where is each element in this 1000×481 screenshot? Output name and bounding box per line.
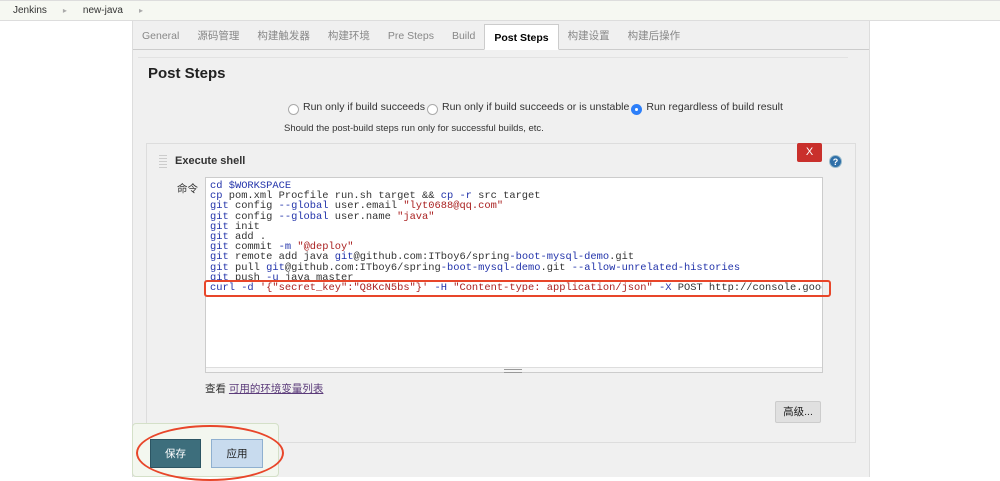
code-token: -boot-mysql-demo [440, 261, 541, 274]
breadcrumb-separator-icon: ▸ [62, 6, 67, 15]
config-tabs: General 源码管理 构建触发器 构建环境 Pre Steps Build Post S… [133, 22, 869, 50]
radio-button[interactable] [427, 103, 438, 115]
breadcrumb-separator-icon: ▸ [138, 6, 143, 15]
radio-button[interactable] [631, 103, 643, 115]
env-vars-link[interactable]: 可用的环境变量列表 [229, 383, 324, 395]
env-vars-hint: 查看 可用的环境变量列表 [205, 381, 323, 396]
radio-label[interactable]: Run only if build succeeds or is unstabl… [442, 101, 629, 113]
tab-3[interactable]: 构建环境 [319, 23, 379, 49]
radio-button[interactable] [288, 103, 299, 115]
radio-label[interactable]: Run only if build succeeds [303, 101, 425, 113]
breadcrumb-job[interactable]: new-java [83, 5, 123, 16]
tab-0[interactable]: General [133, 23, 188, 49]
code-line: git init [210, 222, 822, 232]
tab-6[interactable]: Post Steps [484, 24, 559, 50]
highlight-box [204, 280, 831, 297]
command-label: 命令 [177, 183, 198, 195]
radio-label[interactable]: Run regardless of build result [646, 101, 783, 113]
code-token: --allow-unrelated-histories [571, 261, 741, 274]
code-token: .git [540, 261, 572, 274]
section-title: Post Steps [148, 65, 226, 82]
advanced-button[interactable]: 高级... [775, 401, 821, 423]
command-textarea[interactable]: cd $WORKSPACE cp pom.xml Procfile run.sh … [205, 177, 823, 373]
tab-4[interactable]: Pre Steps [379, 23, 443, 49]
env-prefix: 查看 [205, 383, 229, 395]
code-token: user.name [328, 210, 398, 223]
breadcrumb-jenkins[interactable]: Jenkins [13, 5, 47, 16]
tab-8[interactable]: 构建后操作 [619, 23, 690, 49]
tab-2[interactable]: 构建触发器 [248, 23, 319, 49]
help-icon[interactable]: ? [829, 155, 842, 168]
code-line: git config --global user.name "java" [210, 210, 822, 223]
tab-7[interactable]: 构建设置 [559, 23, 619, 49]
run-condition-radios: Run only if build succeeds Run only if bu… [286, 101, 783, 115]
highlight-ellipse [136, 425, 284, 481]
tab-5[interactable]: Build [443, 23, 484, 49]
textarea-resize-handle[interactable] [206, 367, 822, 373]
delete-step-button[interactable]: X [797, 143, 822, 162]
step-title: Execute shell [175, 155, 246, 167]
breadcrumb: Jenkins ▸ new-java ▸ [0, 0, 1000, 21]
command-code: cd $WORKSPACE cp pom.xml Procfile run.sh … [210, 181, 822, 293]
code-token: --global [278, 210, 329, 223]
drag-handle-icon[interactable] [159, 155, 167, 168]
tab-1[interactable]: 源码管理 [188, 23, 248, 49]
run-condition-hint: Should the post-build steps run only for… [284, 123, 544, 134]
code-token: "java" [397, 210, 435, 223]
